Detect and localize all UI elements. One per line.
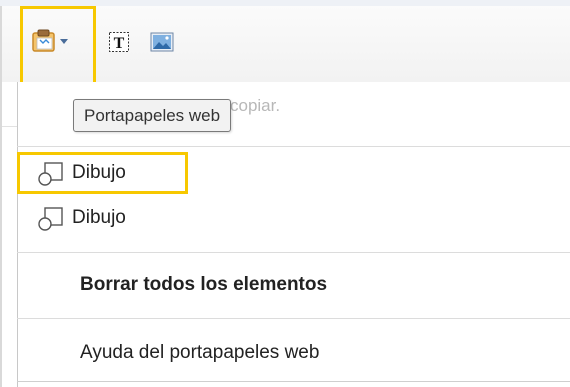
web-clipboard-help[interactable]: Ayuda del portapapeles web	[17, 335, 570, 371]
menu-separator	[17, 252, 570, 253]
drawing-item-highlight	[17, 152, 188, 194]
text-box-icon: T	[109, 32, 129, 52]
clear-all-label: Borrar todos los elementos	[80, 274, 328, 295]
image-icon	[150, 32, 174, 52]
help-label: Ayuda del portapapeles web	[80, 342, 320, 363]
insert-image-button[interactable]	[149, 30, 175, 54]
clear-all-items[interactable]: Borrar todos los elementos	[17, 267, 570, 303]
menu-item-drawing-2[interactable]: Dibujo	[17, 200, 570, 236]
tooltip-text: Portapapeles web	[84, 105, 221, 125]
left-gutter	[2, 82, 17, 387]
menu-separator	[17, 146, 570, 147]
tooltip: Portapapeles web	[73, 99, 232, 132]
menu-hint: copiar.	[230, 96, 280, 116]
svg-text:T: T	[114, 35, 125, 52]
menu-item-label: Dibujo	[72, 207, 126, 228]
drawing-shape-icon	[38, 207, 63, 231]
menu-separator	[17, 318, 570, 319]
menu-bottom-border	[17, 381, 570, 382]
gutter-line	[2, 126, 17, 127]
menu-hint-text: copiar.	[230, 96, 281, 115]
clipboard-button-highlight	[20, 6, 96, 87]
insert-text-button[interactable]: T	[107, 30, 131, 54]
